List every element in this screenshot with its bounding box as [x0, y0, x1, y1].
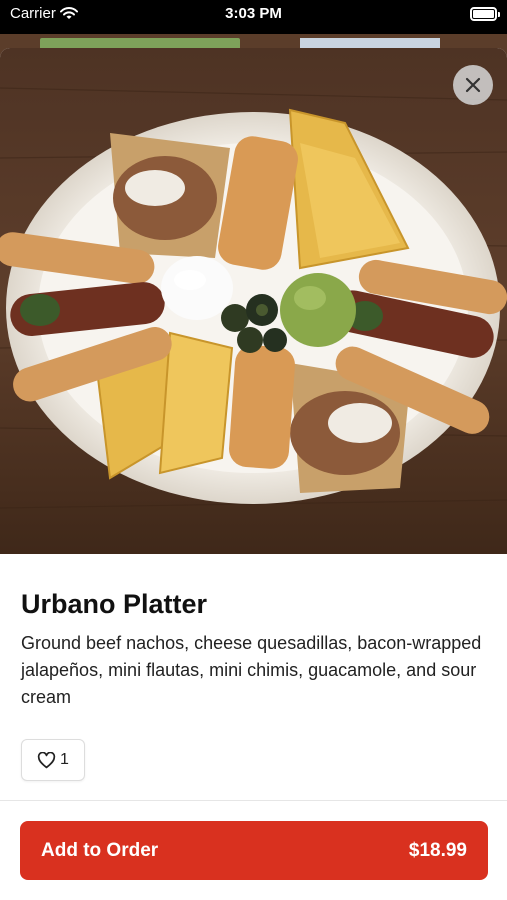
- order-price: $18.99: [408, 839, 467, 861]
- status-time: 3:03 PM: [225, 5, 282, 22]
- close-icon: [465, 77, 481, 93]
- item-photo: [0, 48, 507, 554]
- like-button[interactable]: 1: [21, 739, 85, 781]
- close-button[interactable]: [453, 65, 493, 105]
- status-bar: Carrier 3:03 PM: [0, 0, 507, 30]
- like-count: 1: [60, 751, 69, 768]
- item-description: Ground beef nachos, cheese quesadillas, …: [21, 633, 482, 707]
- add-to-order-label: Add to Order: [41, 839, 159, 861]
- battery-icon: [470, 7, 500, 21]
- heart-outline-icon: [37, 751, 56, 768]
- item-detail-sheet: Urbano Platter Ground beef nachos, chees…: [0, 48, 507, 900]
- add-to-order-button[interactable]: Add to Order $18.99: [20, 821, 488, 880]
- item-title: Urbano Platter: [21, 589, 208, 619]
- divider: [0, 800, 507, 801]
